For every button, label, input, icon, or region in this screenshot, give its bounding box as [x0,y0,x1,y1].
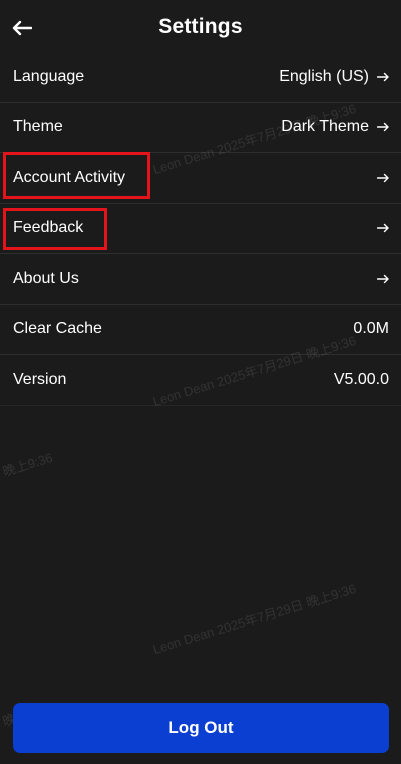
page-title: Settings [158,15,243,38]
version-value: V5.00.0 [333,370,389,388]
setting-label: Theme [13,118,63,136]
setting-row-clear-cache[interactable]: Clear Cache 0.0M [0,305,401,355]
arrow-right-icon [377,72,389,81]
setting-row-language[interactable]: Language English (US) [0,52,401,103]
setting-row-account-activity[interactable]: Account Activity [0,153,401,204]
settings-list: Language English (US) Theme Dark Theme A… [0,52,401,406]
setting-value: English (US) [279,67,369,85]
setting-row-about-us[interactable]: About Us [0,254,401,305]
setting-value: Dark Theme [281,118,369,136]
setting-row-version: Version V5.00.0 [0,355,401,406]
cache-size-value: 0.0M [353,320,389,338]
setting-label: Account Activity [13,168,126,186]
logout-label: Log Out [168,718,234,737]
setting-label: Feedback [13,219,84,237]
arrow-right-icon [377,123,389,132]
settings-screen: Settings Language English (US) Theme Dar… [0,0,401,764]
setting-row-feedback[interactable]: Feedback [0,204,401,254]
setting-label: Clear Cache [13,320,102,338]
arrow-right-icon [377,224,389,233]
watermark: Leon Dean 2025年7月29日 晚上9:36 [150,580,358,658]
watermark: 晚上9:36 [0,449,55,480]
logout-button[interactable]: Log Out [13,703,389,753]
arrow-right-icon [377,173,389,182]
setting-label: Version [13,370,67,388]
setting-label: Language [13,67,85,85]
header: Settings [0,0,401,56]
setting-row-theme[interactable]: Theme Dark Theme [0,103,401,153]
arrow-right-icon [377,274,389,283]
setting-label: About Us [13,269,79,287]
